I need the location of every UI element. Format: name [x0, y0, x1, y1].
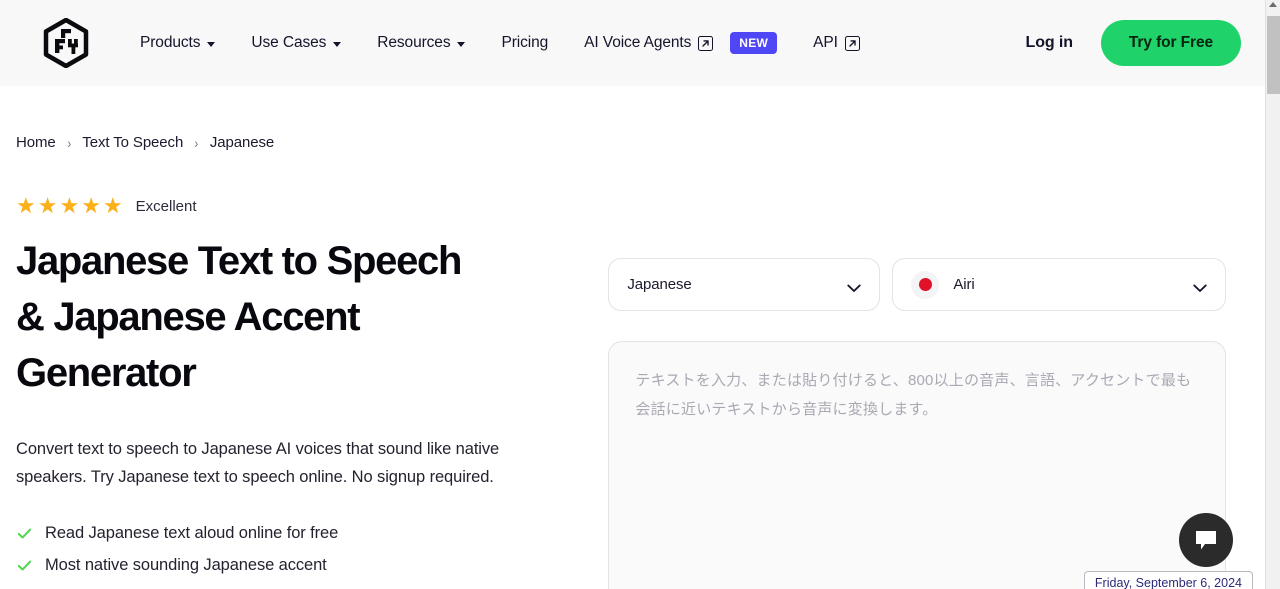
main-nav: Products Use Cases Resources Pricing AI …	[122, 24, 878, 62]
chevron-down-icon	[207, 41, 216, 47]
nav-label-use-cases: Use Cases	[251, 34, 327, 51]
vertical-scrollbar[interactable]	[1265, 0, 1280, 589]
scroll-up-arrow-icon[interactable]	[1269, 2, 1277, 7]
badge-new: NEW	[730, 32, 778, 54]
nav-item-api[interactable]: API	[795, 26, 878, 60]
page-title: Japanese Text to Speech & Japanese Accen…	[16, 233, 516, 401]
breadcrumb-item-home[interactable]: Home	[16, 134, 56, 151]
external-link-icon	[698, 35, 714, 51]
breadcrumb-item-text-to-speech[interactable]: Text To Speech	[82, 134, 183, 151]
chevron-down-icon	[847, 280, 862, 292]
check-icon	[16, 525, 33, 542]
textarea-placeholder: テキストを入力、または貼り付けると、800以上の音声、言語、アクセントで最も会話…	[635, 372, 1192, 418]
tts-panel: Japanese Airi テキストを入力、または貼り付けると、800以上の音声…	[608, 86, 1241, 589]
feature-list: Read Japanese text aloud online for free…	[16, 517, 608, 589]
feature-label: High quality audio streaming with very l…	[45, 581, 404, 589]
chevron-down-icon	[333, 41, 342, 47]
nav-label-pricing: Pricing	[501, 34, 549, 51]
breadcrumb: Home › Text To Speech › Japanese	[16, 134, 608, 151]
star-icon: ★	[59, 193, 79, 218]
language-select[interactable]: Japanese	[608, 258, 881, 311]
breadcrumb-separator-icon: ›	[194, 134, 199, 151]
japan-flag-dot	[918, 278, 932, 291]
chevron-down-icon	[1193, 280, 1208, 292]
voice-select[interactable]: Airi	[892, 258, 1227, 311]
chat-bubble-icon	[1196, 531, 1216, 550]
elevenlabs-cube-logo[interactable]	[40, 17, 92, 69]
chevron-down-icon	[457, 41, 466, 47]
page-title-line-3: Generator	[16, 351, 197, 395]
language-select-value: Japanese	[627, 276, 692, 293]
list-item: Read Japanese text aloud online for free	[16, 517, 608, 549]
nav-item-products[interactable]: Products	[122, 26, 233, 60]
nav-item-pricing[interactable]: Pricing	[483, 26, 566, 60]
external-link-icon	[844, 35, 860, 51]
nav-item-use-cases[interactable]: Use Cases	[233, 26, 359, 60]
hero-left-column: Home › Text To Speech › Japanese ★ ★ ★ ★…	[0, 86, 608, 589]
feature-label: Most native sounding Japanese accent	[45, 556, 327, 574]
nav-item-ai-voice-agents[interactable]: AI Voice Agents NEW	[566, 24, 795, 62]
feature-label: Read Japanese text aloud online for free	[45, 524, 339, 542]
page-content: Home › Text To Speech › Japanese ★ ★ ★ ★…	[0, 86, 1265, 589]
list-item: High quality audio streaming with very l…	[16, 581, 608, 589]
breadcrumb-separator-icon: ›	[67, 134, 71, 151]
page-root: Products Use Cases Resources Pricing AI …	[0, 0, 1265, 589]
text-input-area[interactable]: テキストを入力、または貼り付けると、800以上の音声、言語、アクセントで最も会話…	[608, 341, 1227, 589]
header-actions: Log in Try for Free	[1016, 20, 1241, 66]
page-title-line-2: & Japanese Accent	[16, 295, 361, 339]
rating-widget[interactable]: ★ ★ ★ ★ ★ Excellent	[16, 195, 608, 217]
voice-select-value: Airi	[953, 276, 975, 293]
list-item: Most native sounding Japanese accent	[16, 549, 608, 581]
rating-label: Excellent	[135, 197, 197, 215]
nav-label-api: API	[813, 34, 838, 51]
nav-label-products: Products	[140, 34, 201, 51]
site-header: Products Use Cases Resources Pricing AI …	[0, 0, 1265, 86]
login-link[interactable]: Log in	[1016, 26, 1083, 60]
nav-label-ai-voice-agents: AI Voice Agents	[584, 34, 692, 51]
nav-item-resources[interactable]: Resources	[359, 26, 483, 60]
try-for-free-button[interactable]: Try for Free	[1100, 20, 1241, 66]
tts-selectors: Japanese Airi	[608, 258, 1241, 311]
chat-widget-button[interactable]	[1179, 513, 1233, 567]
date-chip: Friday, September 6, 2024	[1083, 571, 1253, 589]
japan-flag-icon	[911, 270, 940, 299]
scrollbar-thumb[interactable]	[1267, 16, 1280, 94]
star-icon: ★	[37, 193, 58, 218]
breadcrumb-item-japanese[interactable]: Japanese	[210, 134, 274, 151]
check-icon	[16, 557, 33, 574]
star-icon: ★	[16, 193, 36, 218]
page-title-line-1: Japanese Text to Speech	[16, 239, 462, 283]
nav-label-resources: Resources	[377, 34, 451, 51]
star-icon: ★	[102, 193, 123, 218]
hero-description: Convert text to speech to Japanese AI vo…	[16, 440, 500, 486]
star-icon: ★	[81, 193, 101, 218]
